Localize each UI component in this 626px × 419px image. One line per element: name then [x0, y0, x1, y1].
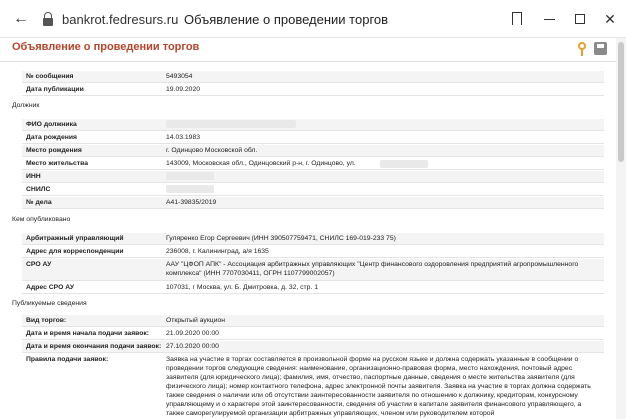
- close-button[interactable]: ✕: [602, 10, 618, 28]
- section-debtor-heading: Должник: [12, 102, 40, 109]
- field-label: СНИЛС: [26, 186, 51, 193]
- table-row: Вид торгов: Открытый аукцион: [22, 315, 604, 327]
- redacted-value: [166, 171, 214, 182]
- table-row: СНИЛС: [22, 184, 604, 196]
- field-label: № дела: [26, 199, 52, 206]
- field-label: Арбитражный управляющий: [26, 235, 124, 242]
- field-label: ФИО должника: [26, 121, 77, 128]
- table-row: Арбитражный управляющий Гуляренко Егор С…: [22, 233, 604, 245]
- table-row: Адрес СРО АУ 107031, г Москва, ул. Б. Дм…: [22, 282, 604, 294]
- field-value: 27.10.2020 00:00: [166, 343, 219, 350]
- redacted-value: [166, 184, 214, 195]
- field-label: СРО АУ: [26, 261, 52, 268]
- redacted-value: [166, 119, 296, 130]
- field-value: Гуляренко Егор Сергеевич (ИНН 3905077594…: [166, 235, 396, 242]
- maximize-button[interactable]: [572, 10, 588, 28]
- table-row: Дата и время начала подачи заявок: 21.09…: [22, 328, 604, 340]
- table-row: Место жительства 143009, Московская обл.…: [22, 158, 604, 170]
- section-publisher-heading: Кем опубликовано: [12, 216, 71, 223]
- table-row: № сообщения 5493054: [22, 71, 604, 83]
- field-value: Заявка на участие в торгах составляется …: [166, 356, 591, 417]
- field-value: 236008, г. Калининград, а/я 1635: [166, 248, 269, 255]
- field-label: Место рождения: [26, 147, 82, 154]
- field-label: Дата и время окончания подачи заявок:: [26, 343, 162, 350]
- field-value: 19.09.2020: [166, 86, 201, 93]
- field-value: г. Одинцово Московской обл.: [166, 147, 258, 154]
- field-label: Адрес СРО АУ: [26, 284, 75, 291]
- table-row: Адрес для корреспонденции 236008, г. Кал…: [22, 246, 604, 258]
- scrollbar-thumb[interactable]: [618, 42, 624, 162]
- section-public-heading: Публикуемые сведения: [12, 300, 87, 307]
- table-row: Место рождения г. Одинцово Московской об…: [22, 145, 604, 157]
- minimize-button[interactable]: [541, 10, 557, 28]
- bookmark-icon[interactable]: [509, 10, 525, 28]
- field-label: Место жительства: [26, 160, 88, 167]
- table-row: ФИО должника: [22, 119, 604, 131]
- field-label: Адрес для корреспонденции: [26, 248, 124, 255]
- field-value: Открытый аукцион: [166, 317, 226, 324]
- key-icon[interactable]: [578, 42, 590, 56]
- table-row: Правила подачи заявок: Заявка на участие…: [22, 354, 604, 419]
- field-label: Правила подачи заявок:: [26, 356, 109, 363]
- redacted-value: [380, 160, 428, 168]
- field-label: № сообщения: [26, 73, 74, 80]
- page-content: Объявление о проведении торгов № сообщен…: [0, 38, 626, 419]
- address-bar-url[interactable]: bankrot.fedresurs.ru: [62, 12, 178, 27]
- table-row: Дата и время окончания подачи заявок: 27…: [22, 341, 604, 353]
- table-row: ИНН: [22, 171, 604, 183]
- field-value: ААУ "ЦФОП АПК" - Ассоциация арбитражных …: [166, 261, 579, 277]
- field-value: 21.09.2020 00:00: [166, 330, 219, 337]
- field-label: ИНН: [26, 173, 41, 180]
- lock-icon[interactable]: [43, 12, 53, 26]
- window-title: Объявление о проведении торгов: [184, 12, 389, 27]
- table-row: Дата публикации 19.09.2020: [22, 84, 604, 96]
- browser-titlebar: ← bankrot.fedresurs.ru Объявление о пров…: [0, 0, 626, 38]
- field-value: 107031, г Москва, ул. Б. Дмитровка, д. 3…: [166, 284, 319, 291]
- page-title: Объявление о проведении торгов: [12, 41, 200, 53]
- field-value: 5493054: [166, 73, 193, 80]
- field-value: 14.03.1983: [166, 134, 201, 141]
- field-label: Вид торгов:: [26, 317, 67, 324]
- print-icon[interactable]: [594, 42, 607, 55]
- back-arrow-icon[interactable]: ←: [12, 10, 30, 28]
- field-label: Дата и время начала подачи заявок:: [26, 330, 150, 337]
- field-value: 143009, Московская обл., Одинцовский р-н…: [166, 160, 356, 167]
- vertical-scrollbar[interactable]: [616, 38, 626, 419]
- table-row: № дела А41-39835/2019: [22, 197, 604, 209]
- page-header: Объявление о проведении торгов: [0, 38, 616, 62]
- field-label: Дата публикации: [26, 86, 84, 93]
- table-row: Дата рождения 14.03.1983: [22, 132, 604, 144]
- field-label: Дата рождения: [26, 134, 77, 141]
- table-row: СРО АУ ААУ "ЦФОП АПК" - Ассоциация арбит…: [22, 259, 604, 281]
- field-value: А41-39835/2019: [166, 199, 217, 206]
